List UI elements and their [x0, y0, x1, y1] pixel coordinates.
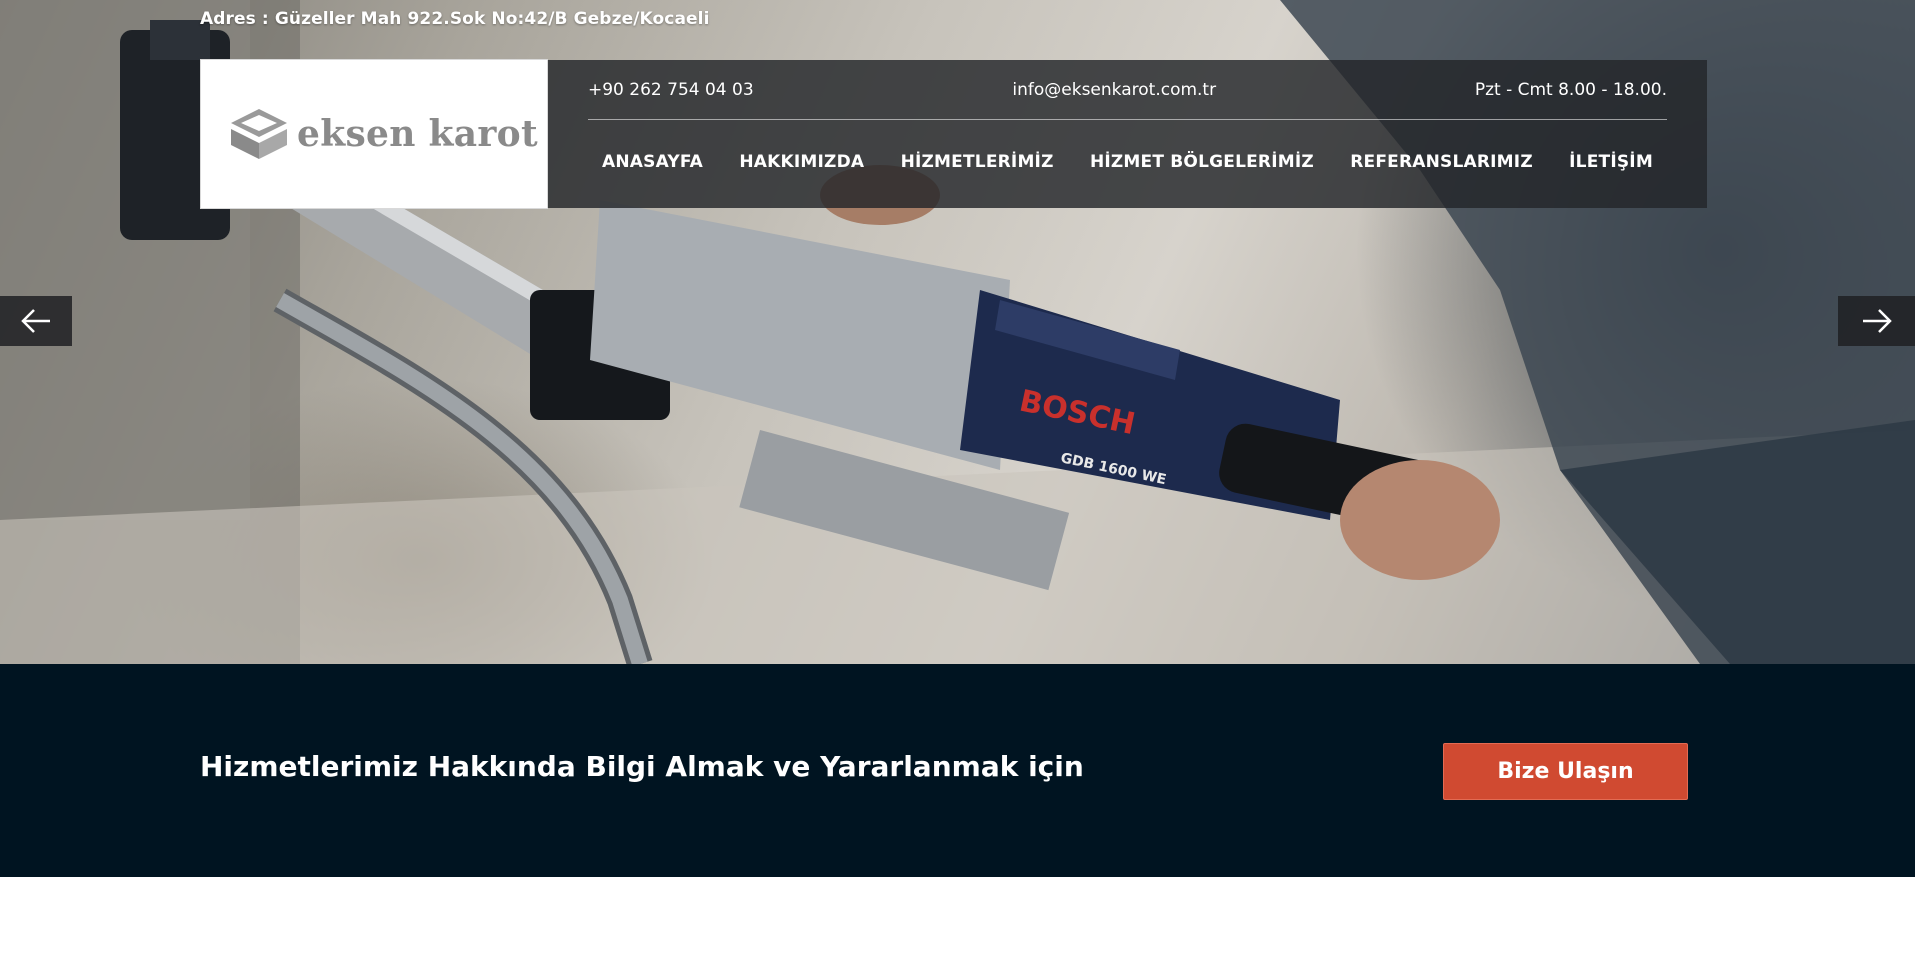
cta-text: Hizmetlerimiz Hakkında Bilgi Almak ve Ya… — [200, 750, 1084, 783]
hero-slider: BOSCH GDB 1600 WE Adres : Güzeller Mah 9… — [0, 0, 1915, 664]
email-address[interactable]: info@eksenkarot.com.tr — [1012, 80, 1216, 100]
nav-item-iletisim[interactable]: İLETİŞİM — [1555, 148, 1667, 176]
arrow-right-icon — [1862, 309, 1892, 333]
nav-item-hakkimizda[interactable]: HAKKIMIZDA — [725, 148, 878, 176]
nav-item-hizmetlerimiz[interactable]: HİZMETLERİMİZ — [887, 148, 1068, 176]
address-value: Güzeller Mah 922.Sok No:42/B Gebze/Kocae… — [274, 9, 710, 29]
address-line: Adres : Güzeller Mah 922.Sok No:42/B Geb… — [200, 9, 710, 29]
working-hours: Pzt - Cmt 8.00 - 18.00. — [1474, 80, 1667, 100]
logo-text: eksen karot — [297, 113, 538, 155]
nav-item-hizmet-bolgelerimiz[interactable]: HİZMET BÖLGELERİMİZ — [1076, 148, 1328, 176]
slider-next-button[interactable] — [1838, 296, 1915, 346]
cube-logo-icon — [231, 109, 287, 159]
slider-prev-button[interactable] — [0, 296, 72, 346]
contact-row: +90 262 754 04 03 info@eksenkarot.com.tr… — [588, 75, 1667, 105]
header-bar: +90 262 754 04 03 info@eksenkarot.com.tr… — [548, 60, 1707, 208]
cta-band: Hizmetlerimiz Hakkında Bilgi Almak ve Ya… — [0, 664, 1915, 877]
phone-number[interactable]: +90 262 754 04 03 — [588, 80, 754, 100]
arrow-left-icon — [21, 309, 50, 333]
header-divider — [588, 119, 1667, 120]
contact-us-button[interactable]: Bize Ulaşın — [1443, 743, 1688, 800]
address-label: Adres : — [200, 9, 269, 29]
main-nav: ANASAYFA HAKKIMIZDA HİZMETLERİMİZ HİZMET… — [588, 148, 1667, 176]
nav-item-anasayfa[interactable]: ANASAYFA — [588, 148, 717, 176]
site-logo[interactable]: eksen karot — [200, 59, 548, 209]
page-content-area — [0, 877, 1920, 961]
nav-item-referanslarimiz[interactable]: REFERANSLARIMIZ — [1336, 148, 1547, 176]
